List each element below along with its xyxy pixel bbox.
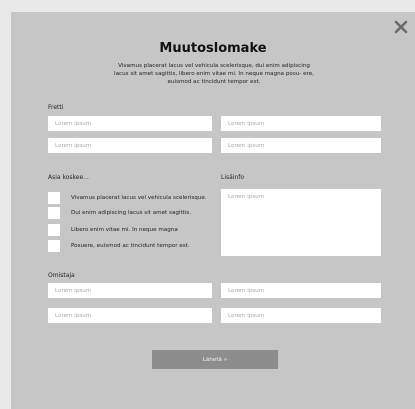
fretti-field-4[interactable] — [221, 138, 381, 153]
submit-button[interactable]: Lähetä » — [152, 350, 278, 369]
omistaja-field-2[interactable] — [221, 283, 381, 298]
checkbox-option-2[interactable]: Dui enim adipiscing lacus sit amet sagit… — [48, 207, 191, 219]
checkbox-label: Posuere, euismod ac tincidunt tempor est… — [71, 243, 190, 249]
omistaja-label: Omistaja — [48, 272, 75, 279]
intro-text: Vivamus placerat lacus vel vehicula scel… — [114, 63, 314, 85]
fretti-field-1[interactable] — [48, 116, 212, 131]
close-icon[interactable] — [394, 20, 408, 34]
omistaja-field-3[interactable] — [48, 308, 212, 323]
omistaja-field-4[interactable] — [221, 308, 381, 323]
asia-koskee-label: Asia koskee... — [48, 174, 89, 181]
lisainfo-textarea[interactable] — [221, 189, 381, 256]
form-modal: Muutoslomake Vivamus placerat lacus vel … — [11, 12, 415, 409]
checkbox[interactable] — [48, 192, 60, 204]
checkbox-option-3[interactable]: Libero enim vitae mi. In neque magna — [48, 224, 178, 236]
checkbox[interactable] — [48, 240, 60, 252]
checkbox-label: Dui enim adipiscing lacus sit amet sagit… — [71, 210, 192, 216]
omistaja-field-1[interactable] — [48, 283, 212, 298]
checkbox[interactable] — [48, 224, 60, 236]
lisainfo-label: Lisäinfo — [221, 174, 245, 181]
fretti-label: Fretti — [48, 104, 64, 111]
checkbox-label: Vivamus placerat lacus vel vehicula scel… — [71, 195, 207, 201]
page-title: Muutoslomake — [159, 41, 267, 56]
fretti-field-3[interactable] — [48, 138, 212, 153]
checkbox-option-4[interactable]: Posuere, euismod ac tincidunt tempor est… — [48, 240, 190, 252]
checkbox-label: Libero enim vitae mi. In neque magna — [71, 227, 178, 233]
fretti-field-2[interactable] — [221, 116, 381, 131]
checkbox-option-1[interactable]: Vivamus placerat lacus vel vehicula scel… — [48, 192, 207, 204]
checkbox[interactable] — [48, 207, 60, 219]
